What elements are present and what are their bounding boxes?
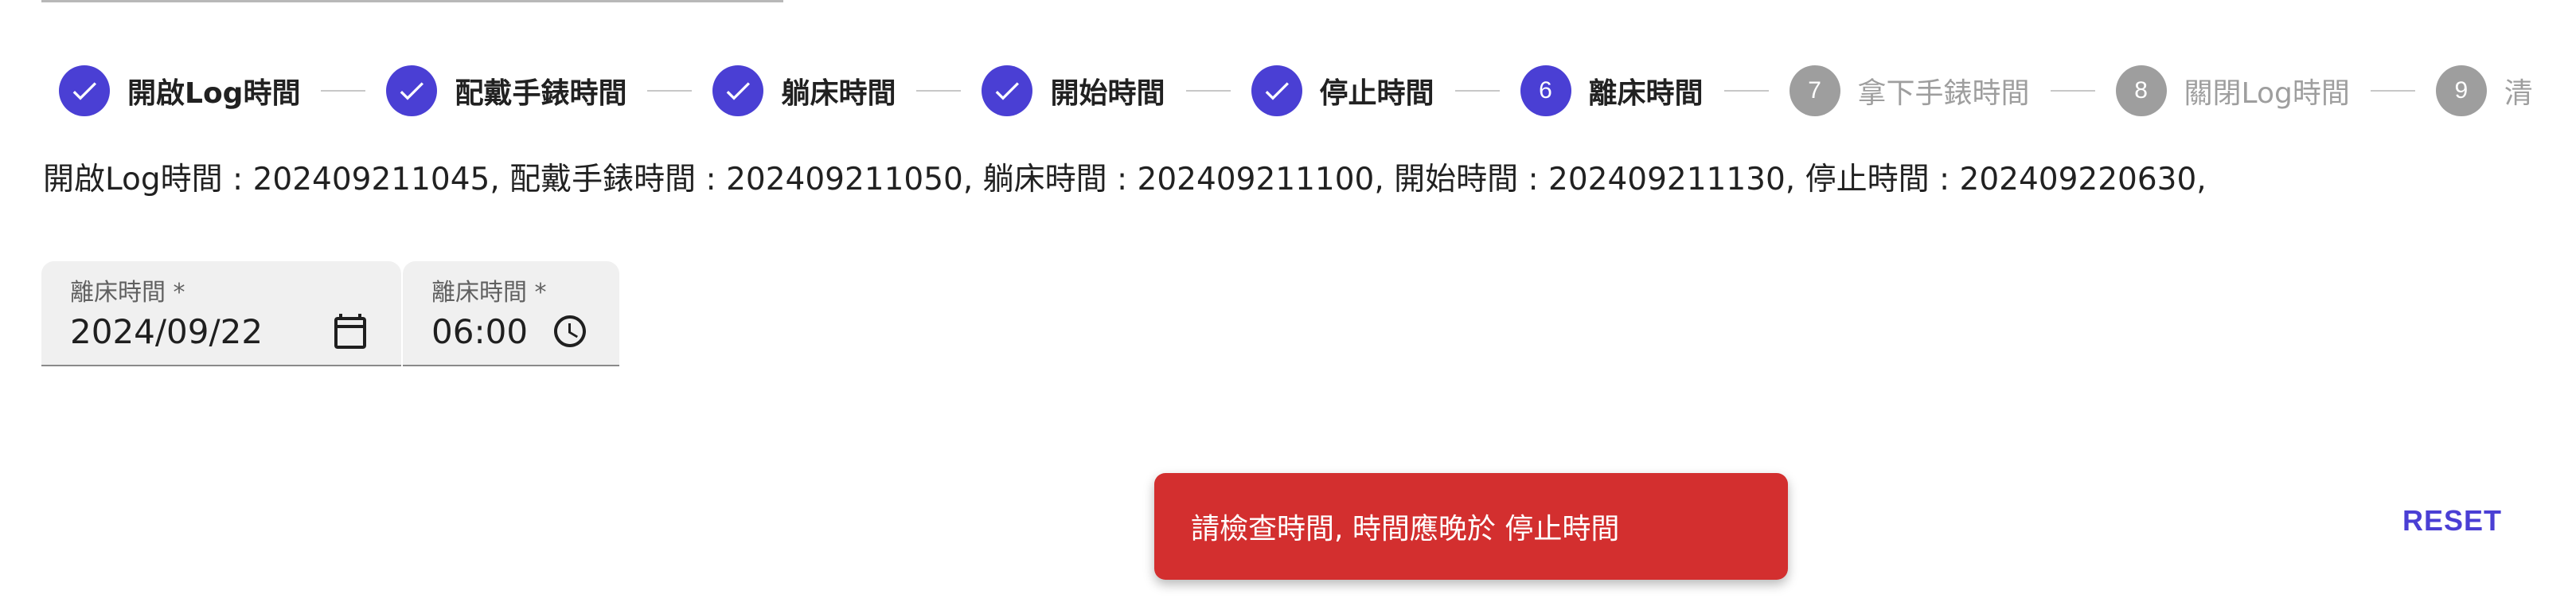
step-connector (1723, 90, 1769, 92)
step-1[interactable]: 開啟Log時間 (59, 65, 300, 116)
step-connector (1454, 90, 1500, 92)
check-icon (400, 82, 424, 100)
step-3-label: 躺床時間 (781, 77, 896, 110)
step-7[interactable]: 7 拿下手錶時間 (1789, 65, 2030, 116)
check-icon (1265, 82, 1289, 100)
step-5-circle (1251, 65, 1302, 116)
step-5-label: 停止時間 (1319, 77, 1434, 110)
step-5[interactable]: 停止時間 (1251, 65, 1434, 116)
step-8[interactable]: 8 關閉Log時間 (2115, 65, 2350, 116)
step-7-label: 拿下手錶時間 (1857, 77, 2030, 110)
check-icon (72, 82, 96, 100)
step-3-circle (712, 65, 764, 116)
step-3[interactable]: 躺床時間 (712, 65, 896, 116)
step-9-circle: 9 (2435, 65, 2487, 116)
step-4[interactable]: 開始時間 (982, 65, 1165, 116)
step-connector (916, 90, 962, 92)
step-2-circle (386, 65, 438, 116)
step-6-label: 離床時間 (1588, 77, 1704, 110)
time-summary-text: 開啟Log時間 : 202409211045, 配戴手錶時間 : 2024092… (43, 162, 2207, 197)
step-8-circle: 8 (2115, 65, 2167, 116)
reset-button[interactable]: RESET (2388, 497, 2516, 545)
step-2[interactable]: 配戴手錶時間 (386, 65, 626, 116)
step-connector (321, 90, 366, 92)
step-4-label: 開始時間 (1050, 77, 1165, 110)
snackbar-message: 請檢查時間, 時間應晚於 停止時間 (1191, 513, 1620, 546)
step-9-label: 清 (2504, 77, 2533, 110)
top-divider (41, 0, 783, 2)
step-connector (2050, 90, 2095, 92)
step-2-label: 配戴手錶時間 (455, 77, 627, 110)
step-6-circle: 6 (1520, 65, 1571, 116)
calendar-icon[interactable] (331, 312, 369, 350)
check-icon (727, 82, 751, 100)
clock-icon[interactable] (551, 312, 589, 350)
page: 開啟Log時間 配戴手錶時間 躺床時間 開始時間 停止時間 6 離床時間 7 拿… (0, 0, 2576, 614)
stepper: 開啟Log時間 配戴手錶時間 躺床時間 開始時間 停止時間 6 離床時間 7 拿… (59, 65, 2533, 116)
time-field-label: 離床時間 * (431, 279, 547, 307)
step-4-circle (982, 65, 1033, 116)
error-snackbar: 請檢查時間, 時間應晚於 停止時間 (1154, 473, 1788, 580)
step-7-circle: 7 (1789, 65, 1840, 116)
check-icon (996, 82, 1020, 100)
step-connector (2370, 90, 2415, 92)
out-of-bed-date-field[interactable]: 離床時間 * (41, 261, 401, 366)
date-field-label: 離床時間 * (70, 279, 185, 307)
step-9[interactable]: 9 清 (2435, 65, 2533, 116)
step-6[interactable]: 6 離床時間 (1520, 65, 1704, 116)
step-connector (647, 90, 693, 92)
step-8-label: 關閉Log時間 (2184, 77, 2350, 110)
out-of-bed-time-field[interactable]: 離床時間 * (403, 261, 619, 366)
date-input[interactable] (70, 312, 309, 351)
step-1-label: 開啟Log時間 (127, 77, 301, 110)
step-connector (1185, 90, 1231, 92)
step-1-circle (59, 65, 110, 116)
time-input[interactable] (431, 312, 543, 351)
